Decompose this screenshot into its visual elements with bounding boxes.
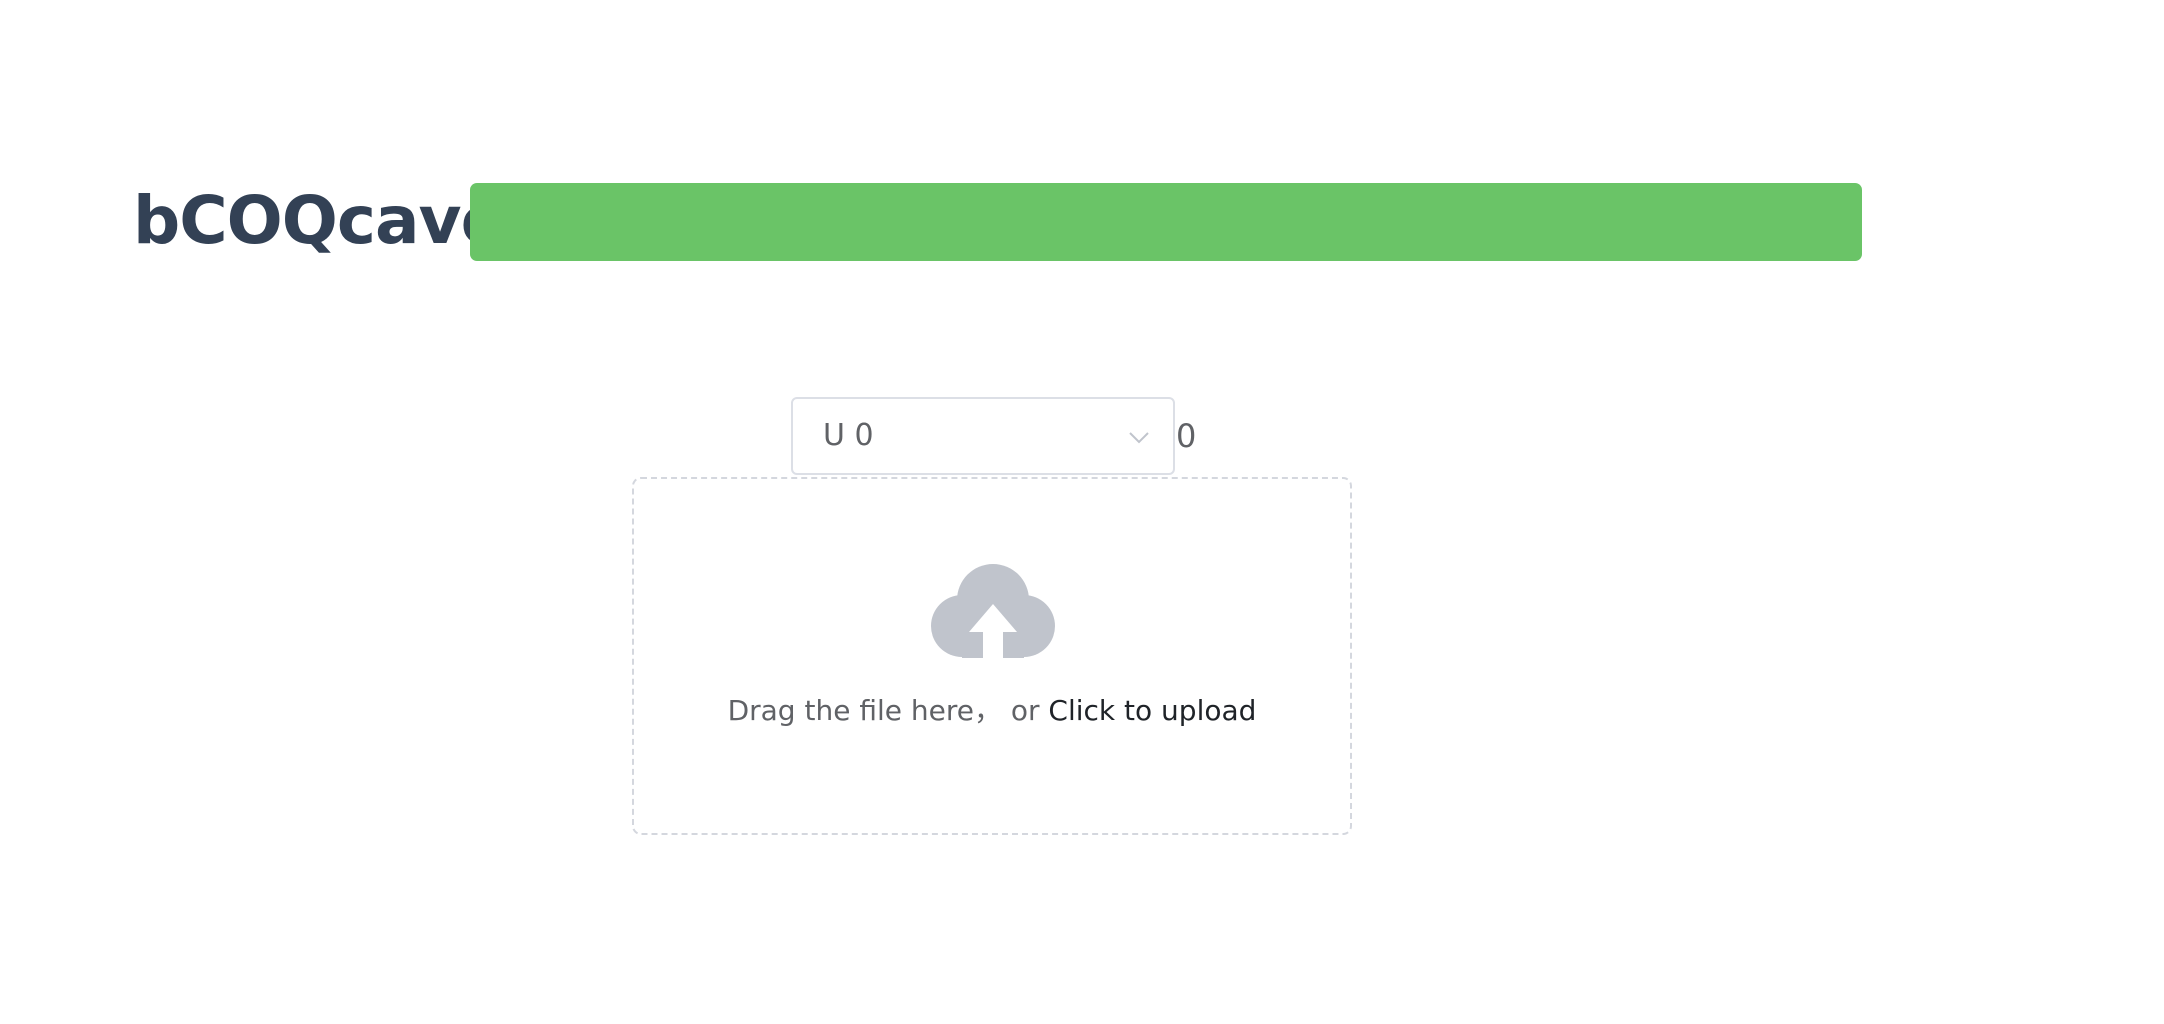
select-suffix-text: 0 xyxy=(1176,417,1197,455)
page-title: bCOQcavo xyxy=(133,182,506,259)
upload-dropzone[interactable]: Drag the file here， or Click to upload xyxy=(632,477,1352,835)
upload-instructions: Drag the file here， or Click to upload xyxy=(634,689,1350,729)
select-value: U 0 xyxy=(823,418,874,453)
chevron-down-icon xyxy=(1129,432,1149,444)
click-to-upload-link[interactable]: Click to upload xyxy=(1048,694,1256,727)
select-dropdown[interactable]: U 0 xyxy=(791,397,1175,475)
green-status-bar xyxy=(470,183,1862,261)
upload-drag-text: Drag the file here， or xyxy=(727,694,1049,727)
cloud-upload-icon xyxy=(931,564,1055,660)
